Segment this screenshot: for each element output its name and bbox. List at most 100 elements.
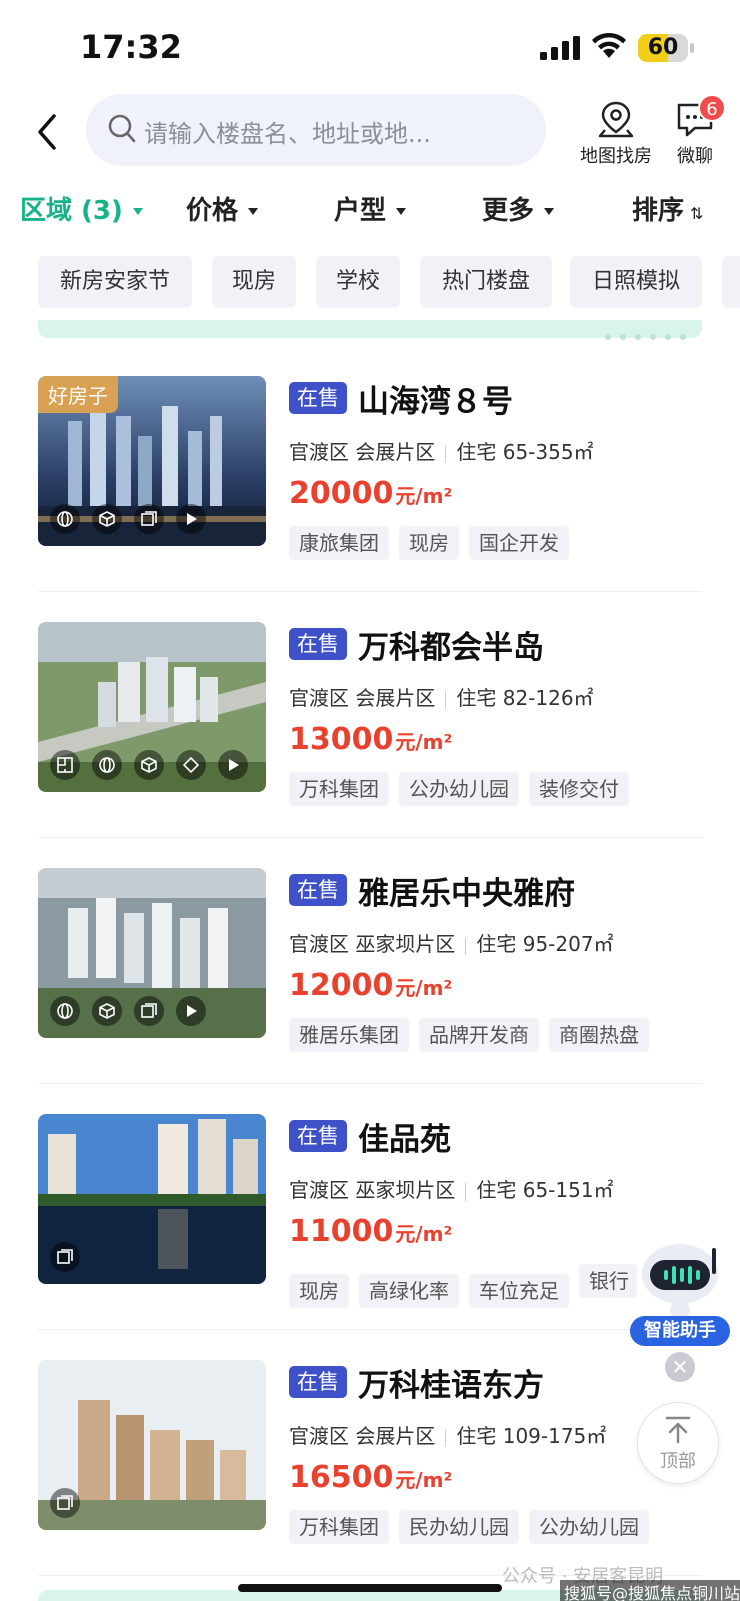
smart-assistant-button[interactable]: 智能助手 [628,1238,732,1348]
listing-photo[interactable] [38,1360,266,1530]
listing-tag: 品牌开发商 [419,1018,539,1052]
listing-address: 官渡区 巫家坝片区 住宅 65-151㎡ [289,1178,614,1202]
chevron-down-icon [396,208,407,215]
listing-price: 13000 元/m² [289,722,453,757]
album-icon[interactable] [50,1488,80,1518]
video-play-icon[interactable] [176,996,206,1026]
quick-tag[interactable]: 现房 [212,256,296,308]
filter-region[interactable]: 区域 (3) [20,190,143,227]
chat-button[interactable]: 6 微聊 [666,94,726,172]
listing-card[interactable]: 在售 万科都会半岛 官渡区 会展片区 住宅 82-126㎡ 13000 元/m² 万… [0,592,740,838]
listing-photo[interactable] [38,868,266,1038]
back-to-top-button[interactable]: 顶部 [637,1402,719,1484]
listing-tag: 高绿化率 [359,1274,459,1308]
quick-tag[interactable]: 热门楼盘 [420,256,552,308]
listing-address: 官渡区 会展片区 住宅 82-126㎡ [289,686,594,710]
assistant-label: 智能助手 [630,1316,730,1346]
chat-label: 微聊 [677,146,713,167]
status-tag: 在售 [289,1366,347,1398]
panorama-icon[interactable] [92,750,122,780]
status-bar: 17:32 60 [0,0,740,92]
listing-tag: 现房 [289,1274,349,1308]
listing-tag: 车位充足 [469,1274,569,1308]
3d-model-icon[interactable] [134,750,164,780]
clock: 17:32 [80,28,182,66]
home-indicator[interactable] [238,1584,502,1592]
filter-layout[interactable]: 户型 [334,190,407,227]
sandtable-icon[interactable] [176,750,206,780]
listing-address: 官渡区 会展片区 住宅 109-175㎡ [289,1424,607,1448]
filter-sort[interactable]: 排序 ⇅ [632,190,703,227]
arrow-up-icon [665,1416,691,1444]
filter-more[interactable]: 更多 [482,190,555,227]
listing-price: 12000 元/m² [289,968,453,1003]
listing-card[interactable]: 好房子 在售 山海湾８号 官渡区 会展片区 住宅 65-355㎡ 20000 元/m… [0,346,740,592]
album-icon[interactable] [134,504,164,534]
listing-name[interactable]: 雅居乐中央雅府 [358,868,575,913]
promo-banner[interactable] [38,320,702,340]
status-tag: 在售 [289,628,347,660]
listing-tag: 公办幼儿园 [399,772,519,806]
listing-tag: 万科集团 [289,772,389,806]
floor-plan-icon[interactable] [50,750,80,780]
listing-photo[interactable]: 好房子 [38,376,266,546]
chevron-down-icon [248,208,259,215]
3d-model-icon[interactable] [92,504,122,534]
search-icon [108,114,136,143]
video-play-icon[interactable] [176,504,206,534]
status-tag: 在售 [289,382,347,414]
quick-tag-overflow[interactable] [722,256,740,308]
robot-assistant-icon [642,1244,718,1318]
listing-tags: 万科集团 民办幼儿园 公办幼儿园 [289,1510,659,1544]
listing-photo[interactable] [38,1114,266,1284]
quick-tag[interactable]: 学校 [316,256,400,308]
filter-price[interactable]: 价格 [186,190,259,227]
quick-tag[interactable]: 新房安家节 [38,256,192,308]
wifi-icon [592,32,626,58]
listing-tags: 康旅集团 现房 国企开发 [289,526,579,560]
panorama-icon[interactable] [50,504,80,534]
listing-tags: 现房 高绿化率 车位充足 银行 [289,1264,647,1308]
listing-tag: 装修交付 [529,772,629,806]
listing-name[interactable]: 山海湾８号 [358,376,513,421]
album-icon[interactable] [50,1242,80,1272]
listing-price: 11000 元/m² [289,1214,453,1249]
listing-tag: 雅居乐集团 [289,1018,409,1052]
album-icon[interactable] [134,996,164,1026]
listing-address: 官渡区 会展片区 住宅 65-355㎡ [289,440,594,464]
listing-tag: 康旅集团 [289,526,389,560]
map-search-label: 地图找房 [580,146,652,167]
listing-price: 16500 元/m² [289,1460,453,1495]
good-house-badge: 好房子 [38,376,118,413]
carousel-dots [596,325,686,344]
listing-photo[interactable] [38,622,266,792]
map-pin-icon [598,101,634,138]
status-tag: 在售 [289,1120,347,1152]
back-arrow-icon[interactable] [30,110,66,154]
video-play-icon[interactable] [218,750,248,780]
listing-name[interactable]: 万科都会半岛 [358,622,544,667]
search-input[interactable]: 请输入楼盘名、地址或地... [86,94,546,166]
listing-price: 20000 元/m² [289,476,453,511]
listing-tag: 现房 [399,526,459,560]
close-icon[interactable]: ✕ [665,1352,695,1382]
back-to-top-label: 顶部 [660,1451,696,1472]
listing-name[interactable]: 佳品苑 [358,1114,451,1159]
listing-tag: 商圈热盘 [549,1018,649,1052]
status-tag: 在售 [289,874,347,906]
listing-card[interactable]: 在售 万科桂语东方 官渡区 会展片区 住宅 109-175㎡ 16500 元/m² … [0,1330,740,1576]
listing-tag: 民办幼儿园 [399,1510,519,1544]
listing-tags: 万科集团 公办幼儿园 装修交付 [289,772,639,806]
sort-icon: ⇅ [690,204,704,223]
top-bar: 请输入楼盘名、地址或地... 地图找房 6 微聊 [0,92,740,172]
chat-unread-badge: 6 [698,94,726,122]
filter-bar: 区域 (3) 价格 户型 更多 排序 ⇅ [0,190,740,240]
watermark-source: 搜狐号@搜狐焦点铜川站 [560,1580,740,1601]
panorama-icon[interactable] [50,996,80,1026]
listing-name[interactable]: 万科桂语东方 [358,1360,544,1405]
listing-card[interactable]: 在售 雅居乐中央雅府 官渡区 巫家坝片区 住宅 95-207㎡ 12000 元/m²… [0,838,740,1084]
map-search-button[interactable]: 地图找房 [576,100,656,172]
search-placeholder: 请输入楼盘名、地址或地... [144,120,431,148]
quick-tag[interactable]: 日照模拟 [570,256,702,308]
3d-model-icon[interactable] [92,996,122,1026]
